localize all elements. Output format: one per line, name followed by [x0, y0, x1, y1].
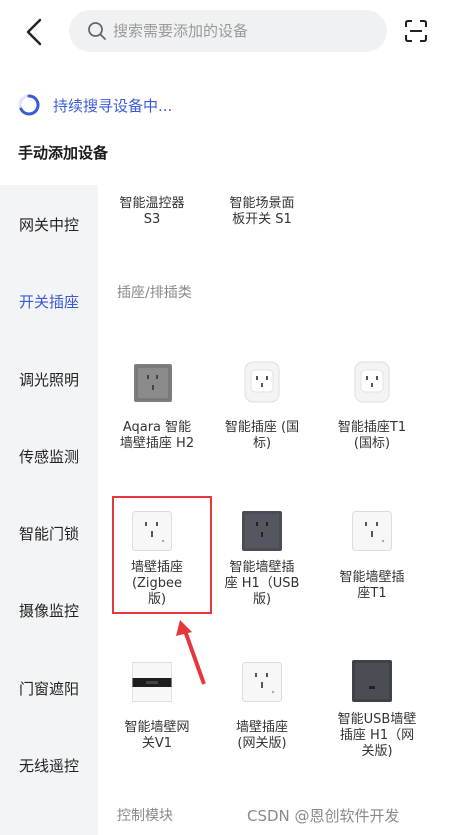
sidebar-item-gateway[interactable]: 网关中控 — [0, 205, 98, 245]
chevron-left-icon — [26, 18, 42, 46]
gray-socket-icon — [134, 364, 172, 402]
sidebar-item-sensor[interactable]: 传感监测 — [0, 437, 98, 477]
red-arrow-icon — [176, 620, 206, 685]
section-title-control-modules: 控制模块 — [117, 808, 173, 824]
white-plug-icon — [354, 361, 390, 403]
searching-status: 持续搜寻设备中... — [18, 94, 172, 116]
device-item-scene-panel[interactable]: 智能场景面 板开关 S1 — [217, 196, 307, 228]
white-plug-icon — [244, 361, 280, 403]
back-button[interactable] — [22, 17, 48, 47]
category-sidebar: 网关中控 开关插座 调光照明 传感监测 智能门锁 摄像监控 门窗遮阳 无线遥控 — [0, 185, 98, 835]
device-item-wall-gateway-v1[interactable]: 智能墙壁网 关V1 — [107, 720, 207, 752]
white-wall-socket-icon — [242, 662, 282, 702]
sidebar-item-lighting[interactable]: 调光照明 — [0, 360, 98, 400]
sidebar-item-switch-socket[interactable]: 开关插座 — [0, 282, 98, 322]
search-icon — [88, 22, 106, 40]
search-input[interactable]: 搜索需要添加的设备 — [69, 10, 387, 52]
watermark: CSDN @恩创软件开发 — [247, 807, 400, 825]
white-wall-socket-icon — [352, 511, 392, 551]
section-title-sockets: 插座/排插类 — [117, 285, 192, 301]
search-placeholder: 搜索需要添加的设备 — [113, 22, 249, 40]
loading-spinner-icon — [18, 94, 40, 116]
highlight-box — [112, 496, 212, 614]
searching-text: 持续搜寻设备中... — [53, 96, 173, 115]
dark-usb-socket-icon — [352, 660, 392, 702]
device-item-wall-socket-t1[interactable]: 智能墙壁插 座T1 — [322, 570, 422, 602]
device-item-thermostat[interactable]: 智能温控器 S3 — [107, 196, 197, 228]
sidebar-item-curtain[interactable]: 门窗遮阳 — [0, 669, 98, 709]
sidebar-item-lock[interactable]: 智能门锁 — [0, 514, 98, 554]
manual-add-title: 手动添加设备 — [18, 144, 109, 162]
dark-wall-socket-icon — [242, 511, 282, 551]
device-item-wall-socket-h1-usb[interactable]: 智能墙壁插 座 H1（USB 版) — [212, 560, 312, 608]
scan-button[interactable] — [404, 19, 428, 43]
sidebar-item-remote[interactable]: 无线遥控 — [0, 746, 98, 786]
device-item-smart-plug-t1[interactable]: 智能插座T1 (国标) — [322, 420, 422, 452]
device-item-smart-plug-gb[interactable]: 智能插座 (国 标) — [212, 420, 312, 452]
sidebar-item-camera[interactable]: 摄像监控 — [0, 591, 98, 631]
scan-icon — [405, 20, 427, 42]
device-item-usb-socket-h1-gateway[interactable]: 智能USB墙壁 插座 H1（网 关版) — [322, 712, 432, 760]
device-item-aqara-h2[interactable]: Aqara 智能 墙壁插座 H2 — [107, 420, 207, 452]
gateway-panel-icon — [132, 662, 172, 702]
device-item-wall-socket-gateway[interactable]: 墙壁插座 (网关版) — [212, 720, 312, 752]
